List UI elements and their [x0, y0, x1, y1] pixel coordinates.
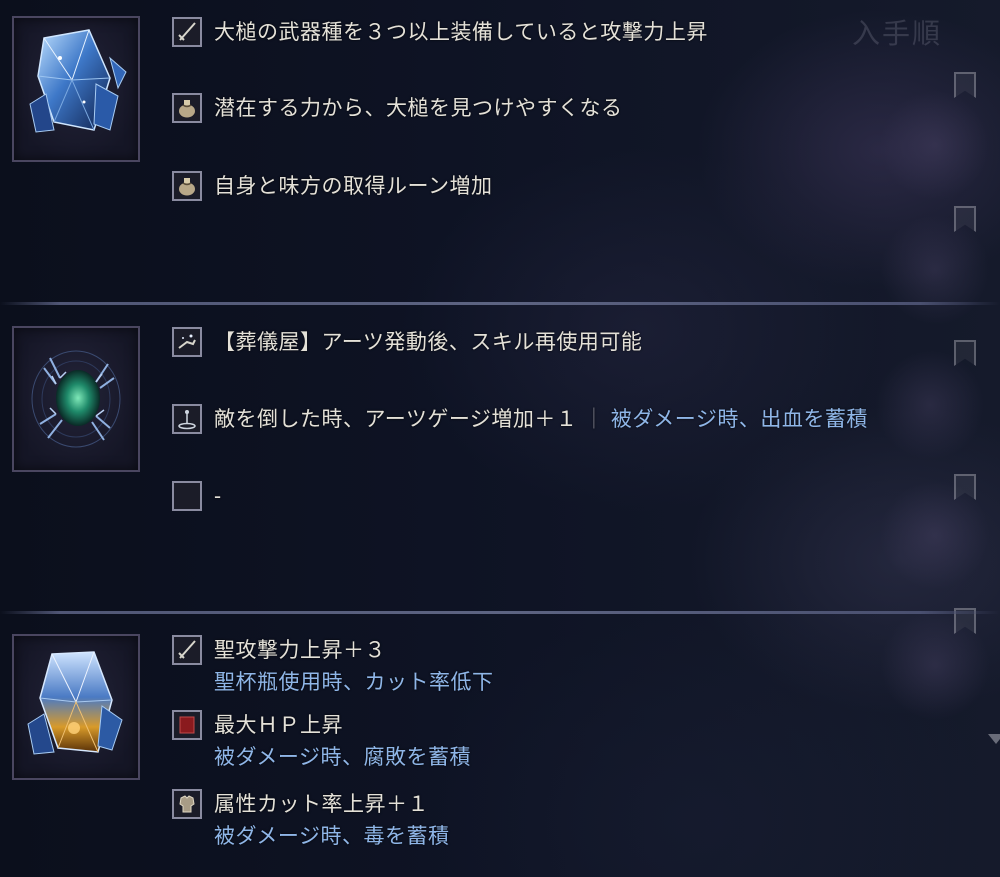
relic-effect-debuff-text: 被ダメージ時、毒を蓄積: [214, 824, 450, 848]
background: [0, 0, 1000, 877]
blue-crystal-relic-image[interactable]: [12, 16, 140, 162]
relic-effect-text: 敵を倒した時、アーツゲージ増加＋１ ｜被ダメージ時、出血を蓄積: [214, 406, 868, 432]
crystal-icon: [29, 29, 127, 133]
pouch-icon: [172, 93, 202, 123]
effect-buff-text: 敵を倒した時、アーツゲージ増加＋１: [214, 407, 578, 431]
relic-effect-text: 【葬儀屋】アーツ発動後、スキル再使用可能: [214, 330, 643, 354]
amber-crystal-relic-image[interactable]: [12, 634, 140, 780]
relic-effect-text: 属性カット率上昇＋１: [214, 792, 429, 816]
divider: [0, 302, 1000, 305]
effect-debuff-text: 被ダメージ時、出血を蓄積: [610, 407, 868, 431]
relic-effect-text: 大槌の武器種を３つ以上装備していると攻撃力上昇: [214, 20, 708, 44]
empty-slot-icon: [172, 481, 202, 511]
divider: [0, 611, 1000, 614]
sword-icon: [172, 635, 202, 665]
background-relic-orb: [875, 350, 985, 460]
pouch-icon: [172, 171, 202, 201]
crystal-icon: [27, 651, 123, 755]
armor-icon: [172, 789, 202, 819]
background-relic-orb: [880, 90, 990, 200]
green-orb-relic-image[interactable]: [12, 326, 140, 472]
relic-effect-text: 最大ＨＰ上昇: [214, 713, 343, 737]
background-relic-orb: [880, 215, 990, 325]
scroll-down-icon[interactable]: [988, 734, 1000, 744]
pedestal-icon: [172, 404, 202, 434]
red-square-icon: [172, 710, 202, 740]
hand-sparkle-icon: [172, 327, 202, 357]
relic-effect-text: 聖攻撃力上昇＋３: [214, 638, 386, 662]
relic-effect-debuff-text: 聖杯瓶使用時、カット率低下: [214, 670, 494, 694]
relic-effect-text: 自身と味方の取得ルーン増加: [214, 174, 493, 198]
relic-effect-text: -: [214, 484, 222, 508]
background-heading: 入手順: [852, 17, 943, 50]
sword-icon: [172, 17, 202, 47]
effect-separator: ｜: [583, 407, 605, 431]
relic-effect-debuff-text: 被ダメージ時、腐敗を蓄積: [214, 745, 471, 769]
coral-orb-icon: [31, 350, 121, 448]
relic-effect-text: 潜在する力から、大槌を見つけやすくなる: [214, 96, 623, 120]
